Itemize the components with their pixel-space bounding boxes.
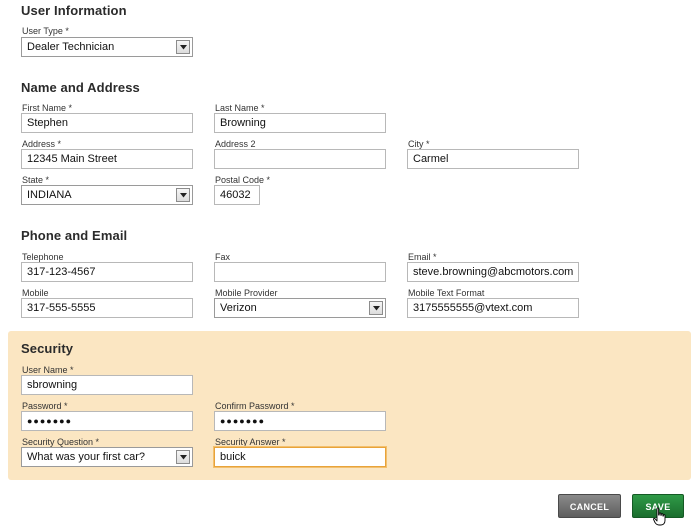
fax-field[interactable] — [214, 262, 386, 282]
mobile-provider-label: Mobile Provider — [215, 288, 278, 298]
last-name-field[interactable]: Browning — [214, 113, 386, 133]
first-name-label: First Name * — [22, 103, 73, 113]
mobile-text-format-field[interactable]: 3175555555@vtext.com — [407, 298, 579, 318]
mobile-provider-select[interactable]: Verizon — [214, 298, 386, 318]
user-type-label: User Type * — [22, 26, 69, 36]
section-title-user-information: User Information — [21, 3, 127, 18]
postal-code-field[interactable]: 46032 — [214, 185, 260, 205]
telephone-label: Telephone — [22, 252, 64, 262]
address2-label: Address 2 — [215, 139, 256, 149]
password-label: Password * — [22, 401, 68, 411]
state-select[interactable]: INDIANA — [21, 185, 193, 205]
chevron-down-icon[interactable] — [176, 40, 190, 54]
username-field[interactable]: sbrowning — [21, 375, 193, 395]
address2-field[interactable] — [214, 149, 386, 169]
address-field[interactable]: 12345 Main Street — [21, 149, 193, 169]
fax-label: Fax — [215, 252, 231, 262]
chevron-down-icon[interactable] — [369, 301, 383, 315]
user-type-value: Dealer Technician — [27, 41, 115, 53]
email-label: Email * — [408, 252, 437, 262]
security-question-select[interactable]: What was your first car? — [21, 447, 193, 467]
security-answer-field[interactable]: buick — [214, 447, 386, 467]
city-label: City * — [408, 139, 430, 149]
confirm-password-field[interactable]: ●●●●●●● — [214, 411, 386, 431]
user-type-select[interactable]: Dealer Technician — [21, 37, 193, 57]
security-question-label: Security Question * — [22, 437, 100, 447]
state-label: State * — [22, 175, 50, 185]
chevron-down-icon[interactable] — [176, 188, 190, 202]
confirm-password-label: Confirm Password * — [215, 401, 295, 411]
cancel-button[interactable]: CANCEL — [558, 494, 621, 518]
hand-cursor-icon — [653, 507, 666, 526]
state-value: INDIANA — [27, 189, 72, 201]
mobile-field[interactable]: 317-555-5555 — [21, 298, 193, 318]
security-answer-label: Security Answer * — [215, 437, 286, 447]
mobile-label: Mobile — [22, 288, 49, 298]
mobile-text-format-label: Mobile Text Format — [408, 288, 485, 298]
section-title-name-address: Name and Address — [21, 80, 140, 95]
chevron-down-icon[interactable] — [176, 450, 190, 464]
city-field[interactable]: Carmel — [407, 149, 579, 169]
email-field[interactable]: steve.browning@abcmotors.com — [407, 262, 579, 282]
first-name-field[interactable]: Stephen — [21, 113, 193, 133]
username-label: User Name * — [22, 365, 74, 375]
section-title-phone-email: Phone and Email — [21, 228, 128, 243]
password-field[interactable]: ●●●●●●● — [21, 411, 193, 431]
mobile-provider-value: Verizon — [220, 302, 257, 314]
security-question-value: What was your first car? — [27, 451, 145, 463]
section-title-security: Security — [21, 341, 74, 356]
address-label: Address * — [22, 139, 62, 149]
postal-code-label: Postal Code * — [215, 175, 271, 185]
last-name-label: Last Name * — [215, 103, 265, 113]
telephone-field[interactable]: 317-123-4567 — [21, 262, 193, 282]
